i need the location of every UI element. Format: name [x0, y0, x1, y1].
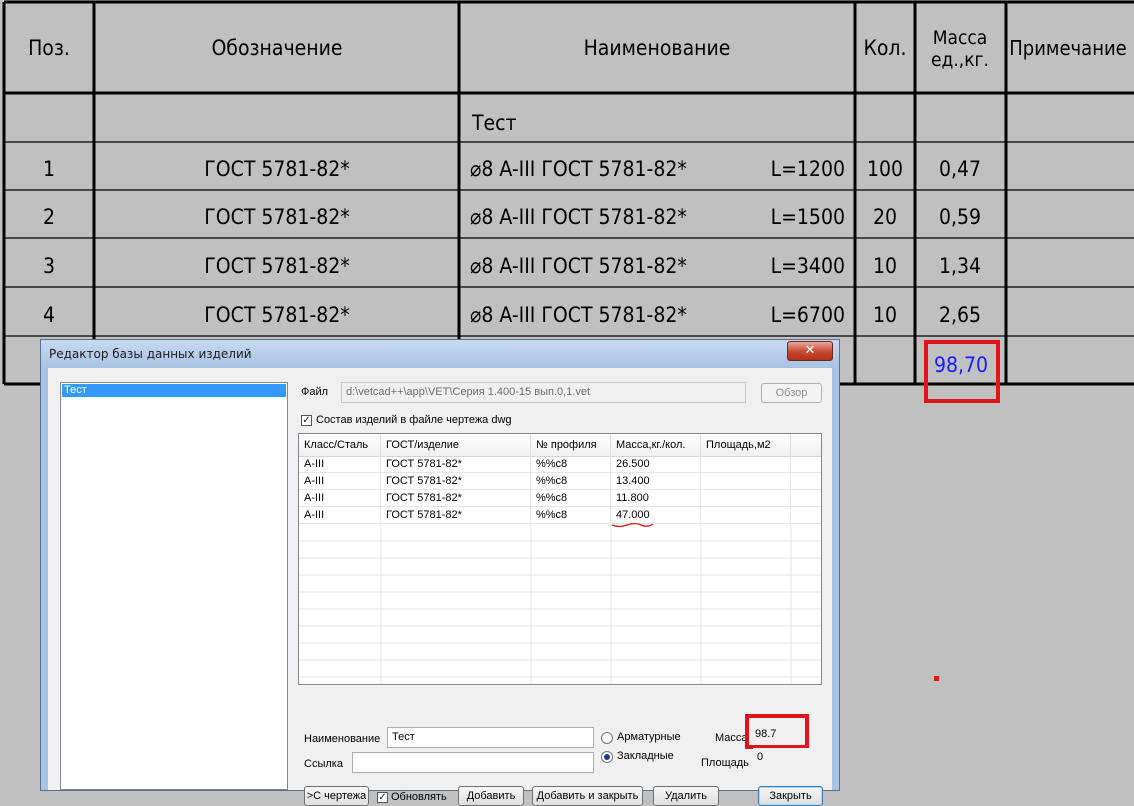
row-length: L=6700 [771, 303, 845, 327]
radio-embedded[interactable] [601, 751, 613, 763]
total-mass: 98,70 [934, 353, 988, 377]
dialog-titlebar[interactable]: Редактор базы данных изделий ✕ [41, 340, 839, 368]
row-mass: 0,47 [939, 157, 981, 181]
grid-row[interactable]: A-III ГОСТ 5781-82* %%c8 26.500 [299, 456, 821, 473]
row-pos: 4 [43, 303, 55, 327]
header-pos: Поз. [28, 36, 70, 60]
dialog-title: Редактор базы данных изделий [49, 347, 252, 361]
grid-cell-gost: ГОСТ 5781-82* [381, 456, 531, 472]
grid-cell-mass: 26.500 [611, 456, 701, 472]
file-label: Файл [301, 386, 329, 398]
grid-cell-mass: 11.800 [611, 490, 701, 506]
cursor-marker [934, 676, 939, 681]
grid-header-class[interactable]: Класс/Сталь [299, 434, 381, 456]
grid-header-gost[interactable]: ГОСТ/изделие [381, 434, 531, 456]
row-designation: ГОСТ 5781-82* [204, 303, 350, 327]
row-name: ⌀8 A-III ГОСТ 5781-82* [470, 303, 687, 327]
dialog-client-area: Тест Файл d:\vetcad++\app\VET\Серия 1.40… [48, 368, 832, 806]
link-input[interactable] [352, 752, 594, 773]
items-tree[interactable]: Тест [60, 382, 288, 790]
row-mass: 1,34 [939, 254, 981, 278]
grid-cell-class: A-III [299, 490, 381, 506]
grid-row[interactable]: A-III ГОСТ 5781-82* %%c8 13.400 [299, 473, 821, 490]
row-length: L=3400 [771, 254, 845, 278]
product-db-editor-dialog: Редактор базы данных изделий ✕ Тест Файл… [40, 339, 840, 806]
grid-cell-mass: 13.400 [611, 473, 701, 489]
tree-item-test[interactable]: Тест [62, 384, 286, 397]
name-input[interactable]: Тест [387, 727, 594, 748]
header-qty: Кол. [863, 36, 906, 60]
header-name: Наименование [584, 36, 731, 60]
grid-header: Класс/Сталь ГОСТ/изделие № профиля Масса… [299, 434, 821, 457]
mass-underline-mark [611, 522, 654, 528]
name-label: Наименование [304, 733, 381, 745]
row-qty: 10 [873, 303, 897, 327]
close-icon[interactable]: ✕ [787, 341, 833, 361]
header-designation: Обозначение [211, 36, 342, 60]
grid-header-area[interactable]: Площадь,м2 [701, 434, 791, 456]
row-name: ⌀8 A-III ГОСТ 5781-82* [470, 157, 687, 181]
header-mass-line2: ед.,кг. [931, 49, 989, 71]
grid-cell-area [701, 490, 791, 506]
update-checkbox-label: Обновлять [391, 791, 447, 803]
radio-rebar[interactable] [601, 732, 613, 744]
row-pos: 1 [43, 157, 55, 181]
grid-cell-profile: %%c8 [531, 507, 611, 523]
browse-button[interactable]: Обзор [761, 383, 822, 403]
grid-cell-gost: ГОСТ 5781-82* [381, 473, 531, 489]
grid-header-profile[interactable]: № профиля [531, 434, 611, 456]
grid-cell-gost: ГОСТ 5781-82* [381, 507, 531, 523]
row-name: ⌀8 A-III ГОСТ 5781-82* [470, 254, 687, 278]
mass-label: Масса [715, 732, 748, 744]
delete-button[interactable]: Удалить [653, 786, 719, 806]
link-label: Ссылка [304, 758, 343, 770]
grid-cell-class: A-III [299, 456, 381, 472]
row-designation: ГОСТ 5781-82* [204, 205, 350, 229]
close-button[interactable]: Закрыть [758, 786, 823, 806]
header-mass-line1: Масса [933, 27, 988, 49]
grid-empty-rows [299, 524, 821, 684]
update-checkbox[interactable]: ✓ [377, 792, 388, 803]
row-name: ⌀8 A-III ГОСТ 5781-82* [470, 205, 687, 229]
grid-cell-area [701, 456, 791, 472]
grid-cell-gost: ГОСТ 5781-82* [381, 490, 531, 506]
group-title: Тест [471, 111, 517, 135]
mass-highlight [745, 714, 809, 749]
row-designation: ГОСТ 5781-82* [204, 254, 350, 278]
row-length: L=1500 [771, 205, 845, 229]
row-pos: 3 [43, 254, 55, 278]
compose-checkbox[interactable]: ✓ [301, 415, 312, 426]
radio-embedded-label: Закладные [617, 750, 674, 762]
area-label: Площадь [701, 757, 749, 769]
grid-cell-profile: %%c8 [531, 490, 611, 506]
row-qty: 100 [867, 157, 903, 181]
compose-checkbox-label: Состав изделий в файле чертежа dwg [316, 414, 512, 426]
grid-row[interactable]: A-III ГОСТ 5781-82* %%c8 11.800 [299, 490, 821, 507]
radio-rebar-label: Арматурные [617, 731, 681, 743]
grid-cell-class: A-III [299, 473, 381, 489]
grid-row[interactable]: A-III ГОСТ 5781-82* %%c8 47.000 [299, 507, 821, 524]
row-designation: ГОСТ 5781-82* [204, 157, 350, 181]
row-qty: 10 [873, 254, 897, 278]
row-qty: 20 [873, 205, 897, 229]
area-value: 0 [753, 748, 823, 767]
header-note: Примечание [1009, 36, 1127, 60]
row-length: L=1200 [771, 157, 845, 181]
grid-cell-profile: %%c8 [531, 473, 611, 489]
grid-cell-profile: %%c8 [531, 456, 611, 472]
grid-header-mass[interactable]: Масса,кг./кол. [611, 434, 701, 456]
file-path-field: d:\vetcad++\app\VET\Серия 1.400-15 вып.0… [341, 382, 746, 403]
add-and-close-button[interactable]: Добавить и закрыть [532, 786, 643, 806]
grid-cell-area [701, 507, 791, 523]
row-pos: 2 [43, 205, 55, 229]
row-mass: 0,59 [939, 205, 981, 229]
row-mass: 2,65 [939, 303, 981, 327]
grid-cell-class: A-III [299, 507, 381, 523]
add-button[interactable]: Добавить [458, 786, 524, 806]
grid-cell-area [701, 473, 791, 489]
products-grid[interactable]: Класс/Сталь ГОСТ/изделие № профиля Масса… [298, 433, 822, 685]
from-drawing-button[interactable]: >С чертежа [304, 786, 369, 806]
